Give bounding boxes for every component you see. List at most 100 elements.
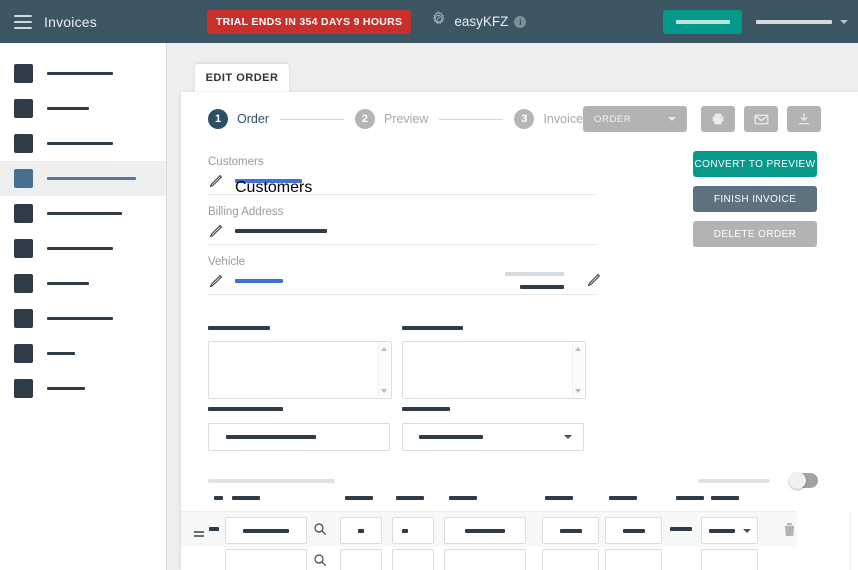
row2-cell-5[interactable] xyxy=(542,549,599,570)
order-type-dropdown[interactable]: ORDER xyxy=(583,106,687,132)
pencil-icon[interactable] xyxy=(208,173,224,189)
sidebar-item-label xyxy=(47,317,113,320)
field-customers: Customers Customers xyxy=(208,156,596,196)
field-customers-value[interactable]: Customers xyxy=(235,179,312,196)
row2-cell-2[interactable] xyxy=(340,549,382,570)
sidebar-item-icon xyxy=(14,239,33,258)
download-button[interactable] xyxy=(787,106,821,132)
email-button[interactable] xyxy=(744,106,778,132)
field-vehicle-value[interactable] xyxy=(235,279,283,283)
field-billing-address: Billing Address xyxy=(208,206,596,245)
row2-cell-3[interactable] xyxy=(392,549,434,570)
sidebar-item-3[interactable] xyxy=(0,126,166,161)
sidebar xyxy=(0,43,167,570)
row-cell-5[interactable] xyxy=(542,517,599,544)
row2-cell-6[interactable] xyxy=(605,549,662,570)
sidebar-item-6[interactable] xyxy=(0,231,166,266)
trash-icon xyxy=(784,523,795,536)
step-number: 2 xyxy=(354,109,375,129)
sidebar-item-label xyxy=(47,352,75,355)
sidebar-item-icon xyxy=(14,344,33,363)
sidebar-item-icon xyxy=(14,64,33,83)
textarea-b[interactable] xyxy=(402,341,586,399)
sidebar-item-label xyxy=(47,387,85,390)
textarea-a-scrollbar[interactable] xyxy=(378,343,390,397)
sidebar-item-7[interactable] xyxy=(0,266,166,301)
table-vertical-scrollbar[interactable] xyxy=(850,511,858,570)
sidebar-item-4-active[interactable] xyxy=(0,161,166,196)
row-cell-6[interactable] xyxy=(605,517,662,544)
row2-cell-4[interactable] xyxy=(444,549,526,570)
row-cell-4[interactable] xyxy=(444,517,526,544)
search-icon[interactable] xyxy=(312,521,328,542)
table-header-cell xyxy=(449,496,477,500)
top-primary-button-label xyxy=(675,19,730,24)
step-order[interactable]: 1 Order xyxy=(208,109,269,129)
field-vehicle-secondary-label xyxy=(505,272,564,276)
user-menu-label xyxy=(756,19,832,24)
step-label: Order xyxy=(237,112,269,126)
field-billing-address-value[interactable] xyxy=(235,229,327,233)
convert-to-preview-button[interactable]: CONVERT TO PREVIEW xyxy=(693,151,817,177)
text-input-c[interactable] xyxy=(208,423,390,451)
delete-row-button[interactable] xyxy=(783,522,796,542)
step-invoice[interactable]: 3 Invoice xyxy=(514,109,583,129)
row-search-input[interactable] xyxy=(225,517,307,544)
scroll-up-arrow-icon[interactable] xyxy=(381,347,387,351)
search-icon[interactable] xyxy=(312,552,328,570)
user-menu[interactable] xyxy=(756,19,848,24)
scroll-down-arrow-icon[interactable] xyxy=(381,389,387,393)
scroll-up-arrow-icon[interactable] xyxy=(575,347,581,351)
textarea-b-scrollbar[interactable] xyxy=(572,343,584,397)
drag-handle-icon[interactable] xyxy=(194,525,204,543)
order-stepper: 1 Order 2 Preview 3 Invoice xyxy=(208,109,583,129)
tab-edit-order[interactable]: EDIT ORDER xyxy=(195,64,289,92)
sidebar-item-5[interactable] xyxy=(0,196,166,231)
step-preview[interactable]: 2 Preview xyxy=(354,109,428,129)
pencil-icon[interactable] xyxy=(208,273,224,289)
select-d[interactable] xyxy=(402,423,584,451)
sidebar-item-8[interactable] xyxy=(0,301,166,336)
row2-cell-select[interactable] xyxy=(701,549,758,570)
sidebar-item-10[interactable] xyxy=(0,371,166,406)
pencil-icon[interactable] xyxy=(586,272,602,288)
select-d-value xyxy=(419,435,483,439)
sidebar-item-label xyxy=(47,282,89,285)
table-header-cell xyxy=(676,496,704,500)
text-input-c-value xyxy=(226,435,316,439)
sidebar-item-2[interactable] xyxy=(0,91,166,126)
field-vehicle-secondary-value[interactable] xyxy=(520,285,564,289)
step-label: Invoice xyxy=(543,112,584,126)
row-cell-select[interactable] xyxy=(701,517,758,544)
step-connector xyxy=(439,118,504,120)
download-icon xyxy=(798,113,810,125)
sidebar-item-1[interactable] xyxy=(0,56,166,91)
delete-order-label: DELETE ORDER xyxy=(713,228,797,240)
pencil-icon[interactable] xyxy=(208,223,224,239)
row-cell-3-value xyxy=(402,528,408,533)
sidebar-item-9[interactable] xyxy=(0,336,166,371)
finish-invoice-button[interactable]: FINISH INVOICE xyxy=(693,186,817,212)
page-title: Invoices xyxy=(44,13,97,30)
row-cell-7-value xyxy=(670,527,692,531)
sidebar-item-icon xyxy=(14,274,33,293)
row-cell-2[interactable] xyxy=(340,517,382,544)
delete-order-button[interactable]: DELETE ORDER xyxy=(693,221,817,247)
print-button[interactable] xyxy=(701,106,735,132)
input-d-label xyxy=(402,407,450,411)
field-vehicle-label: Vehicle xyxy=(208,256,246,268)
field-billing-address-label: Billing Address xyxy=(208,206,284,218)
table-row[interactable] xyxy=(181,511,797,548)
scroll-down-arrow-icon[interactable] xyxy=(575,389,581,393)
textarea-a[interactable] xyxy=(208,341,392,399)
input-c-label xyxy=(208,407,283,411)
chevron-down-icon xyxy=(840,19,848,24)
sidebar-item-icon xyxy=(14,309,33,328)
hamburger-icon[interactable] xyxy=(14,14,32,29)
table-row-partial[interactable] xyxy=(181,547,797,570)
table-toggle-switch[interactable] xyxy=(789,472,818,489)
info-icon[interactable]: i xyxy=(514,15,527,28)
top-primary-button[interactable] xyxy=(663,9,742,34)
row2-search-input[interactable] xyxy=(225,549,307,570)
row-cell-3[interactable] xyxy=(392,517,434,544)
